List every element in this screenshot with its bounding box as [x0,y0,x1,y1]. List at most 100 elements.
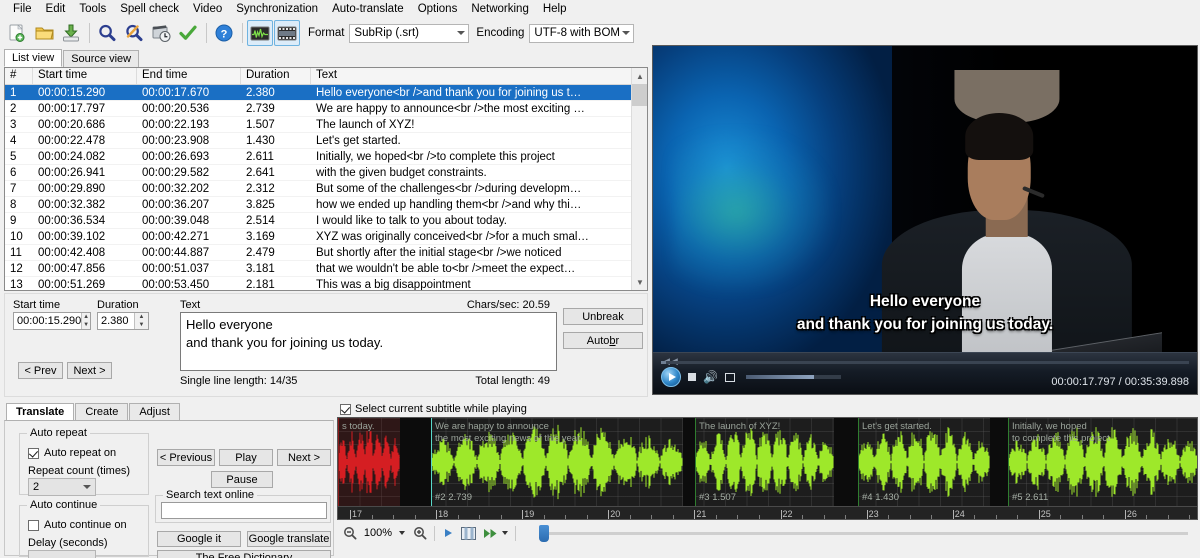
fast-forward-icon[interactable] [483,528,498,539]
column-header-duration[interactable]: Duration [241,68,311,84]
unbreak-button[interactable]: Unbreak [563,308,643,325]
auto-continue-on-checkbox[interactable]: Auto continue on [28,519,127,531]
stop-icon[interactable] [688,373,696,381]
zoom-in-icon[interactable] [413,526,427,540]
waveform-current-segment[interactable] [338,418,400,519]
menu-item-video[interactable]: Video [186,1,229,17]
duration-input[interactable]: 2.380 ▲ ▼ [97,312,149,330]
next-button[interactable]: Next > [67,362,112,379]
chevron-down-icon[interactable] [399,531,405,535]
table-row[interactable]: 10 00:00:39.102 00:00:42.271 3.169 XYZ was o… [5,229,647,245]
video-subtitle-overlay: Hello everyone and thank you for joining… [653,291,1197,336]
segment-start-boundary[interactable] [695,418,696,519]
column-header-text[interactable]: Text [311,68,647,84]
google-translate-button[interactable]: Google translate [247,531,331,547]
duration-stepper[interactable]: ▲ ▼ [134,313,148,329]
open-folder-icon[interactable] [31,20,57,46]
tab-list-view[interactable]: List view [4,49,63,67]
table-row[interactable]: 2 00:00:17.797 00:00:20.536 2.739 We are hap… [5,101,647,117]
table-row[interactable]: 6 00:00:26.941 00:00:29.582 2.641 with the g… [5,165,647,181]
menu-item-file[interactable]: File [6,1,39,17]
table-row[interactable]: 11 00:00:42.408 00:00:44.887 2.479 But short… [5,245,647,261]
table-row[interactable]: 3 00:00:20.686 00:00:22.193 1.507 The launch… [5,117,647,133]
next-button[interactable]: Next > [277,449,331,466]
segment-start-boundary[interactable] [1008,418,1009,519]
column-header-start-time[interactable]: Start time [33,68,137,84]
google-it-button[interactable]: Google it [157,531,241,547]
list-vertical-scrollbar[interactable]: ▲ ▼ [631,68,647,290]
menu-item-networking[interactable]: Networking [464,1,536,17]
segment-start-boundary[interactable] [338,418,339,519]
subtitle-text-input[interactable]: Hello everyone and thank you for joining… [180,312,557,371]
find-icon[interactable] [94,20,120,46]
repeat-count-select[interactable]: 2 [28,478,96,496]
column-header-end-time[interactable]: End time [137,68,241,84]
zoom-out-icon[interactable] [343,526,357,540]
table-row[interactable]: 9 00:00:36.534 00:00:39.048 2.514 I would li… [5,213,647,229]
tab-create[interactable]: Create [75,403,129,420]
waveform-time-ruler[interactable]: 17 18 19 20 21 22 23 24 25 26 [338,506,1197,519]
auto-repeat-on-checkbox[interactable]: Auto repeat on [28,447,116,459]
chevron-down-icon-2[interactable] [502,531,508,535]
menu-item-tools[interactable]: Tools [72,1,113,17]
volume-slider[interactable] [745,375,841,379]
video-seek-bar[interactable] [661,361,1189,364]
play-button[interactable]: Play [219,449,273,466]
replace-icon[interactable] [121,20,147,46]
menu-item-spell-check[interactable]: Spell check [113,1,186,17]
cell-end-time: 00:00:22.193 [142,118,210,131]
video-player[interactable]: Hello everyone and thank you for joining… [652,45,1198,395]
segment-start-boundary[interactable] [858,418,859,519]
auto-br-button[interactable]: Auto br [563,332,643,349]
menu-item-help[interactable]: Help [536,1,574,17]
waveform-toggle-icon[interactable] [247,20,273,46]
spellcheck-check-icon[interactable] [175,20,201,46]
table-row[interactable]: 4 00:00:22.478 00:00:23.908 1.430 Let's get … [5,133,647,149]
table-row[interactable]: 8 00:00:32.382 00:00:36.207 3.825 how we end… [5,197,647,213]
waveform-position-slider[interactable] [539,524,1188,542]
table-row[interactable]: 1 00:00:15.290 00:00:17.670 2.380 Hello ever… [5,85,647,101]
menu-item-options[interactable]: Options [411,1,465,17]
delay-seconds-input[interactable] [28,550,96,558]
format-select[interactable]: SubRip (.srt) [349,23,470,43]
scroll-up-icon[interactable]: ▲ [632,68,647,84]
video-toggle-icon[interactable] [274,20,300,46]
select-current-subtitle-checkbox[interactable]: Select current subtitle while playing [340,403,527,415]
search-text-input[interactable] [161,502,327,519]
column-header-number[interactable]: # [5,68,33,84]
table-row[interactable]: 12 00:00:47.856 00:00:51.037 3.181 that we w… [5,261,647,277]
start-time-stepper[interactable]: ▲ ▼ [81,313,90,329]
menu-item-auto-translate[interactable]: Auto-translate [325,1,411,17]
scroll-down-icon[interactable]: ▼ [632,274,647,290]
help-question-icon[interactable]: ? [211,20,237,46]
sync-clock-icon[interactable] [148,20,174,46]
encoding-value: UTF-8 with BOM [534,27,621,39]
new-file-icon[interactable] [4,20,30,46]
slider-thumb[interactable] [539,524,549,542]
fullscreen-icon[interactable] [724,372,735,382]
waveform-segment-info: #5 2.611 [1012,492,1049,503]
prev-button[interactable]: < Prev [18,362,63,379]
table-row[interactable]: 5 00:00:24.082 00:00:26.693 2.611 Initially,… [5,149,647,165]
waveform-display[interactable]: s today. We are happy to announce the mos… [337,417,1198,520]
encoding-select[interactable]: UTF-8 with BOM [529,23,635,43]
subtitle-list[interactable]: # Start time End time Duration Text 1 00:… [4,67,648,291]
waveform-play-icon[interactable] [442,527,454,539]
menu-item-edit[interactable]: Edit [39,1,73,17]
tab-source-view[interactable]: Source view [63,50,140,67]
menu-item-synchronization[interactable]: Synchronization [229,1,325,17]
tab-adjust[interactable]: Adjust [129,403,180,420]
tab-translate[interactable]: Translate [6,403,75,420]
pause-button[interactable]: Pause [211,471,273,488]
save-download-icon[interactable] [58,20,84,46]
the-free-dictionary-button[interactable]: The Free Dictionary [157,550,331,558]
table-row[interactable]: 13 00:00:51.269 00:00:53.450 2.181 This was … [5,277,647,291]
play-icon[interactable] [661,367,681,387]
start-time-input[interactable]: 00:00:15.290 ▲ ▼ [13,312,91,330]
table-row[interactable]: 7 00:00:29.890 00:00:32.202 2.312 But some o… [5,181,647,197]
previous-button[interactable]: < Previous [157,449,215,466]
volume-icon[interactable]: 🔊 [703,371,718,383]
grid-columns-icon[interactable] [461,526,476,540]
scrollbar-thumb[interactable] [632,84,647,106]
zoom-level-value[interactable]: 100% [361,527,395,539]
